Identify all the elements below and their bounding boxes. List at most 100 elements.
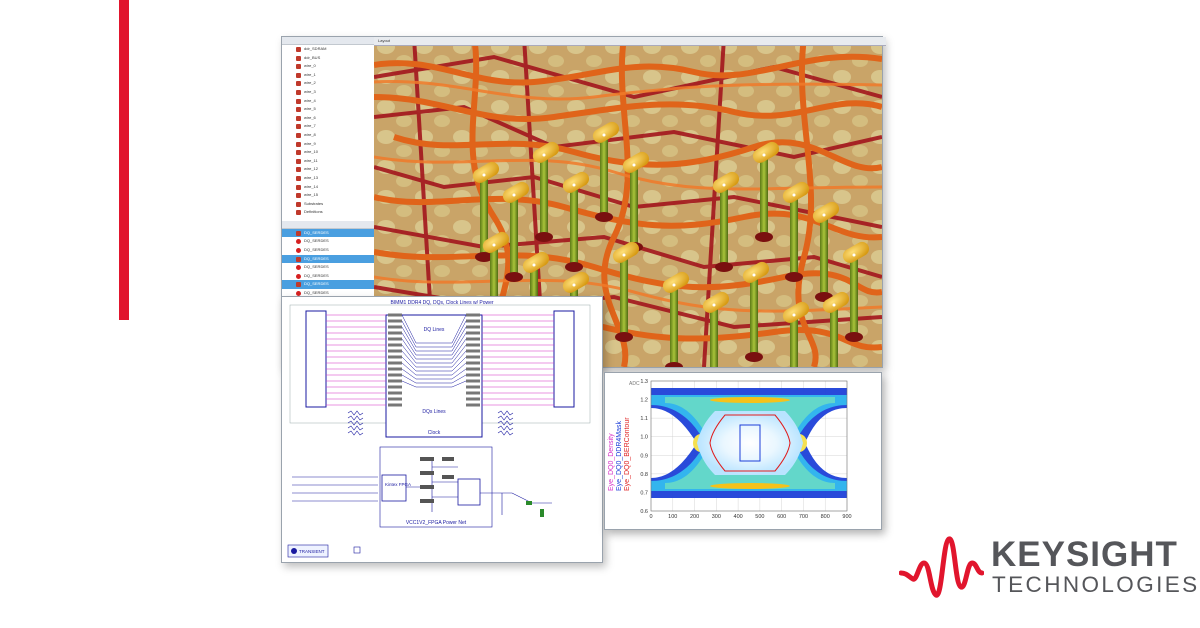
net-item[interactable]: DQ_SERDES (282, 280, 374, 290)
component-icon (296, 256, 301, 262)
tree-item[interactable]: wire_15 (282, 191, 374, 200)
power-net-label: VCC1V2_FPGA Power Net (406, 520, 467, 526)
schematic-window: BIMM1 DDR4 DQ, DQs, Clock Lines w/ Power… (281, 296, 603, 563)
tree-item-label: ddr_BUS (304, 54, 321, 60)
x-tick-label: 100 (668, 514, 677, 520)
tree-item[interactable]: wire_8 (282, 131, 374, 140)
transient-icon (291, 548, 297, 554)
tree-item-label: wire_13 (304, 174, 319, 180)
layout-tab-title[interactable]: Layout (374, 37, 886, 46)
component-icon (296, 107, 301, 113)
tree-item-label: DQ_SERDES (304, 238, 329, 244)
net-item[interactable]: DQ_SERDES (282, 263, 374, 272)
component-icon (296, 72, 301, 78)
tree-item-label: DQ_SERDES (304, 264, 329, 270)
x-tick-label: 700 (799, 514, 808, 520)
tree-item-label: wire_4 (304, 97, 316, 103)
tree-group[interactable]: Definitions (282, 208, 374, 217)
tree-item[interactable]: wire_6 (282, 114, 374, 123)
tree-item-label: DQ_SERDES (304, 247, 329, 253)
component-icon (296, 175, 301, 181)
tree-item-label: wire_15 (304, 192, 319, 198)
design-tree-panel: ddr_SDRAM ddr_BUS wire_0 wire_1 wire_2 wire_3… (282, 37, 375, 299)
component-icon (296, 89, 301, 95)
tree-item[interactable]: wire_1 (282, 71, 374, 80)
component-icon (296, 150, 301, 156)
component-icon (296, 184, 301, 190)
tree-item[interactable]: wire_9 (282, 140, 374, 149)
net-item[interactable]: DQ_SERDES (282, 254, 374, 264)
tree-item-label: wire_9 (304, 140, 316, 146)
y-axis-top-label: ADC (629, 381, 640, 387)
x-tick-label: 800 (821, 514, 830, 520)
tree-item-label: wire_12 (304, 166, 319, 172)
component-icon (296, 273, 301, 279)
component-icon (296, 210, 301, 216)
net-item[interactable]: DQ_SERDES (282, 246, 374, 255)
tree-item-label: wire_0 (304, 63, 316, 69)
eye-diagram-window: 0 100 200 300 400 500 600 700 800 900 0.6 0.7 0.8 0.9… (604, 372, 882, 530)
tree-group[interactable]: Substrates (282, 200, 374, 209)
component-icon (296, 282, 301, 288)
y-tick-label: 0.7 (640, 490, 648, 496)
transient-label: TRANSIENT (299, 549, 325, 554)
tree-item-label: wire_8 (304, 131, 316, 137)
brand-name: KEYSIGHT (991, 535, 1178, 574)
tree-item[interactable]: wire_12 (282, 165, 374, 174)
component-icon (296, 115, 301, 121)
net-item[interactable]: DQ_SERDES (282, 272, 374, 281)
schematic-canvas[interactable]: BIMM1 DDR4 DQ, DQs, Clock Lines w/ Power… (282, 297, 602, 562)
y-tick-label: 1.3 (640, 379, 648, 385)
tree-item-label: DQ_SERDES (304, 281, 329, 287)
legend-mask: Eye_DQ0_DDR4Mask (616, 420, 623, 491)
tree-item-label: wire_1 (304, 71, 316, 77)
y-tick-label: 1.0 (640, 435, 648, 441)
component-icon (296, 98, 301, 104)
tree-item-label: DQ_SERDES (304, 290, 329, 296)
component-icon (296, 201, 301, 207)
tree-item[interactable]: wire_5 (282, 105, 374, 114)
fpga-label: Kintex FPGA (385, 482, 411, 487)
tree-item-label: wire_14 (304, 183, 319, 189)
x-tick-label: 900 (842, 514, 851, 520)
tree-item[interactable]: wire_14 (282, 183, 374, 192)
component-icon (296, 47, 301, 52)
tree-item-label: wire_7 (304, 123, 316, 129)
net-item[interactable]: DQ_SERDES (282, 237, 374, 246)
x-tick-label: 300 (712, 514, 721, 520)
component-icon (296, 64, 301, 70)
design-tree-toolbar[interactable] (282, 37, 374, 45)
tree-item-label: DQ_SERDES (304, 229, 329, 235)
tree-item-label: wire_6 (304, 114, 316, 120)
keysight-logo: KEYSIGHT TECHNOLOGIES (899, 533, 1197, 603)
tree-item-label: wire_5 (304, 106, 316, 112)
component-icon (296, 230, 301, 236)
component-icon (296, 141, 301, 147)
tree-item-label: Definitions (304, 209, 323, 215)
component-icon (296, 239, 301, 245)
tree-item[interactable]: wire_7 (282, 122, 374, 131)
tree-item[interactable]: wire_2 (282, 79, 374, 88)
component-icon (296, 193, 301, 199)
net-panel-toolbar[interactable] (282, 220, 374, 229)
component-icon (296, 81, 301, 87)
y-tick-label: 0.6 (640, 509, 648, 515)
y-tick-label: 0.8 (640, 472, 648, 478)
tree-item-label: Substrates (304, 200, 324, 206)
tree-item[interactable]: wire_0 (282, 62, 374, 71)
clock-label: Clock (428, 430, 441, 436)
design-tree-list: ddr_SDRAM ddr_BUS wire_0 wire_1 wire_2 wire_3… (282, 45, 374, 298)
component-icon (296, 167, 301, 173)
tree-item[interactable]: wire_10 (282, 148, 374, 157)
tree-item[interactable]: wire_3 (282, 88, 374, 97)
y-tick-label: 0.9 (640, 453, 648, 459)
keysight-wave-icon (899, 536, 984, 598)
eye-diagram-chart[interactable]: 0 100 200 300 400 500 600 700 800 900 0.6 0.7 0.8 0.9… (605, 373, 881, 529)
tree-item[interactable]: ddr_SDRAM (282, 45, 374, 54)
net-item[interactable]: DQ_SERDES (282, 228, 374, 238)
tree-item[interactable]: ddr_BUS (282, 54, 374, 63)
tree-item[interactable]: wire_11 (282, 157, 374, 166)
tree-item[interactable]: wire_13 (282, 174, 374, 183)
tree-item-label: DQ_SERDES (304, 272, 329, 278)
tree-item[interactable]: wire_4 (282, 97, 374, 106)
